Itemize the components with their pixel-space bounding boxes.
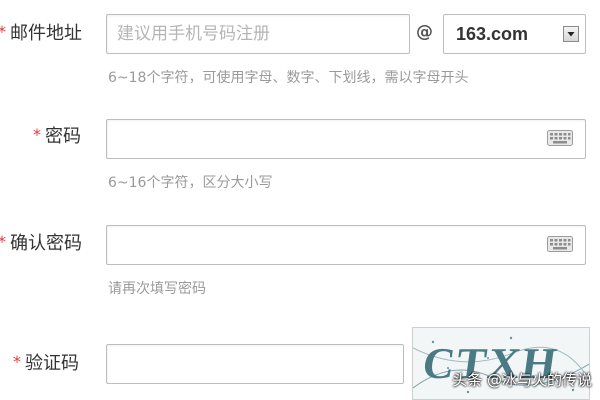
watermark: 头条 @冰与火的传说 — [452, 371, 592, 389]
email-field[interactable] — [106, 14, 410, 54]
keyboard-icon[interactable] — [547, 236, 573, 252]
password-input[interactable] — [107, 120, 585, 158]
required-marker: * — [0, 232, 6, 251]
captcha-label: 验证码 — [25, 353, 79, 374]
required-marker: * — [13, 352, 21, 371]
confirm-password-field[interactable] — [106, 225, 586, 265]
confirm-password-input[interactable] — [107, 226, 585, 264]
domain-select[interactable]: 163.com — [443, 14, 586, 54]
keyboard-icon[interactable] — [547, 130, 573, 146]
password-label: 密码 — [45, 126, 81, 147]
required-marker: * — [33, 125, 41, 144]
email-label: 邮件地址 — [10, 23, 82, 44]
confirm-password-label-row: *确认密码 — [0, 232, 82, 256]
at-sign: @ — [416, 22, 433, 42]
captcha-field[interactable] — [106, 344, 404, 384]
email-label-row: *邮件地址 — [0, 22, 82, 46]
email-hint: 6~18个字符，可使用字母、数字、下划线，需以字母开头 — [108, 70, 469, 86]
domain-value: 163.com — [456, 24, 529, 44]
password-label-row: * 密码 — [33, 125, 81, 149]
dropdown-button[interactable] — [563, 26, 579, 42]
email-input[interactable] — [107, 15, 409, 53]
required-marker: * — [0, 22, 6, 41]
confirm-password-hint: 请再次填写密码 — [108, 281, 206, 297]
password-field[interactable] — [106, 119, 586, 159]
confirm-password-label: 确认密码 — [10, 233, 82, 254]
captcha-label-row: * 验证码 — [13, 352, 79, 376]
captcha-input[interactable] — [107, 345, 403, 383]
password-hint: 6~16个字符，区分大小写 — [108, 175, 273, 191]
chevron-down-icon — [567, 32, 575, 37]
